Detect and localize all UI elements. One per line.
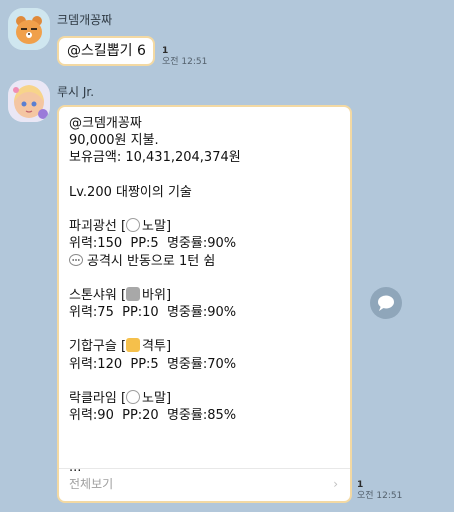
message-line: 90,000원 지불. — [69, 133, 159, 149]
skill-stats-line: 위력:75 PP:10 명중률:90% — [69, 305, 237, 321]
message-line: 보유금액: 10,431,204,374원 — [69, 150, 241, 166]
message-meta: 1 오전 12:51 — [357, 480, 402, 502]
sender-name: 크뎀개꽁짜 — [57, 13, 113, 27]
skill-name-line: 스톤샤워 [바위] — [69, 286, 172, 303]
normal-type-icon — [126, 218, 141, 233]
sender-name: 루시 Jr. — [57, 85, 95, 99]
speech-bubble-icon — [69, 253, 83, 266]
message-time: 오전 12:51 — [357, 491, 403, 501]
see-all-link[interactable]: 전체보기 — [69, 476, 113, 493]
message-time: 오전 12:51 — [162, 57, 208, 67]
skill-stats-line: 위력:90 PP:20 명중률:85% — [69, 408, 237, 424]
message-bubble[interactable]: @크뎀개꽁짜 90,000원 지불. 보유금액: 10,431,204,374원… — [57, 105, 352, 503]
skill-stats-line: 위력:120 PP:5 명중률:70% — [69, 356, 237, 372]
skill-note-line: 공격시 반동으로 1턴 쉼 — [69, 253, 350, 270]
see-all-divider — [59, 468, 350, 469]
skill-name-line: 파괴광선 [노말] — [69, 218, 172, 235]
sender-avatar-lucy[interactable] — [8, 80, 50, 122]
normal-type-icon — [126, 390, 141, 404]
unread-count: 1 — [357, 480, 364, 490]
message-line: Lv.200 대짱이의 기술 — [69, 184, 192, 200]
skill-stats-line: 위력:150 PP:5 명중률:90% — [69, 236, 237, 252]
anime-girl-avatar-icon — [8, 80, 50, 122]
skill-name-line: 락클라임 [노말] — [69, 390, 172, 406]
fist-icon — [126, 338, 141, 353]
ryan-avatar-icon — [8, 8, 50, 50]
sender-avatar-ryan[interactable] — [8, 8, 50, 50]
message-text: @스킬뽑기 6 — [67, 43, 146, 59]
message-bubble[interactable]: @스킬뽑기 6 — [57, 36, 155, 66]
chevron-right-icon[interactable]: › — [333, 476, 338, 493]
unread-count: 1 — [162, 46, 169, 56]
message-meta: 1 오전 12:51 — [162, 46, 207, 68]
skill-name-line: 기합구슬 [격투] — [69, 338, 172, 355]
share-button[interactable] — [370, 287, 402, 319]
rock-type-icon — [126, 286, 141, 301]
message-line: @크뎀개꽁짜 — [69, 116, 142, 131]
share-icon — [378, 295, 394, 311]
